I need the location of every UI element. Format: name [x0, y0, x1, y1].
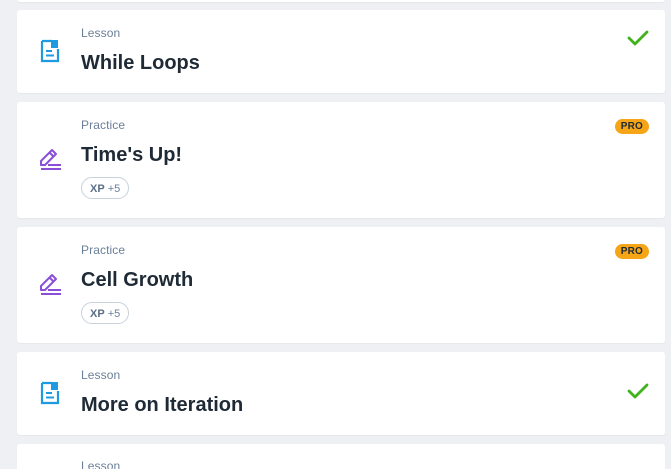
pro-badge: PRO	[614, 119, 649, 134]
item-title: Time's Up!	[81, 144, 183, 166]
pro-badge: PRO	[614, 244, 649, 259]
completed-check-icon	[627, 30, 649, 46]
item-kind: Lesson	[81, 459, 121, 469]
item-title: More on Iteration	[81, 394, 244, 416]
lesson-card-while-loops[interactable]: Lesson While Loops	[17, 10, 665, 93]
lesson-list: Lesson While Loops Practice Time's Up! X…	[0, 0, 671, 469]
lesson-card-more-on-iteration[interactable]: Lesson More on Iteration	[17, 352, 665, 435]
practice-card-times-up[interactable]: Practice Time's Up! XP +5 PRO	[17, 102, 665, 218]
practice-pencil-icon	[40, 274, 61, 295]
practice-pencil-icon	[40, 149, 61, 170]
lesson-document-icon	[40, 381, 60, 405]
item-kind: Lesson	[81, 26, 121, 40]
lesson-card-partial-bottom[interactable]: Lesson	[17, 444, 665, 469]
xp-label: XP	[90, 308, 105, 320]
xp-reward-pill: XP +5	[81, 302, 130, 324]
item-kind: Practice	[81, 243, 126, 257]
item-title: While Loops	[81, 52, 200, 74]
lesson-document-icon	[40, 39, 60, 63]
xp-reward-pill: XP +5	[81, 177, 130, 199]
xp-value: +5	[107, 183, 121, 195]
xp-value: +5	[107, 308, 121, 320]
item-title: Cell Growth	[81, 269, 194, 291]
item-kind: Practice	[81, 118, 126, 132]
practice-card-cell-growth[interactable]: Practice Cell Growth XP +5 PRO	[17, 227, 665, 343]
xp-label: XP	[90, 183, 105, 195]
lesson-card-partial-top[interactable]	[17, 0, 665, 2]
completed-check-icon	[627, 383, 649, 399]
item-kind: Lesson	[81, 368, 121, 382]
